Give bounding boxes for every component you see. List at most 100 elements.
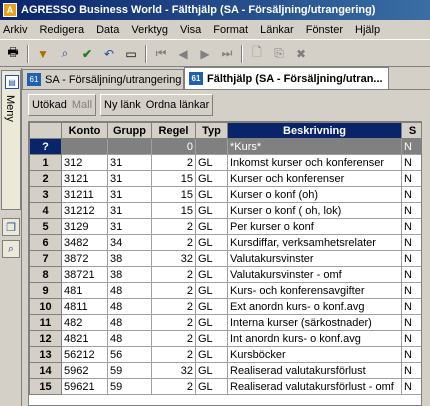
menu-format[interactable]: Format (207, 24, 254, 36)
cell-s[interactable]: N (401, 378, 421, 395)
new-icon[interactable]: 🗋 (247, 44, 267, 64)
cell-s[interactable]: N (401, 218, 421, 235)
cell-s[interactable]: N (401, 234, 421, 251)
cell-s[interactable]: N (401, 314, 421, 331)
meny-tab[interactable]: ▤ Meny (1, 70, 21, 210)
tab-forsaljning-utrangering[interactable]: 61 SA - Försäljning/utrangering (22, 69, 184, 89)
column-header-regel[interactable]: Regel (151, 122, 196, 139)
table-row[interactable]: 3 31211 31 15 GL Kurser o konf (oh) N (29, 186, 421, 203)
cell-typ[interactable]: GL (195, 202, 228, 219)
cell-beskrivning[interactable]: Kurser o konf (oh) (227, 186, 402, 203)
cell-s[interactable]: N (401, 282, 421, 299)
table-row[interactable]: 11 482 48 2 GL Interna kurser (särkostnader) N (29, 314, 421, 331)
column-header-grupp[interactable]: Grupp (107, 122, 152, 139)
cell-konto[interactable]: 31211 (61, 186, 108, 203)
cell-konto[interactable]: 4821 (61, 330, 108, 347)
delete-icon[interactable]: ✖ (291, 44, 311, 64)
column-header-s[interactable]: S (401, 122, 421, 139)
corner-cell[interactable] (29, 122, 62, 139)
cell-s[interactable]: N (401, 154, 421, 171)
cell-regel[interactable]: 2 (151, 330, 196, 347)
cell-konto[interactable]: 481 (61, 282, 108, 299)
filter-grupp[interactable] (107, 138, 152, 155)
table-row[interactable]: 1 312 31 2 GL Inkomst kurser och konferenser N (29, 154, 421, 171)
filter-typ[interactable] (195, 138, 228, 155)
cell-regel[interactable]: 2 (151, 378, 196, 395)
cell-s[interactable]: N (401, 170, 421, 187)
cell-beskrivning[interactable]: Realiserad valutakursförlust (227, 362, 402, 379)
cell-regel[interactable]: 2 (151, 346, 196, 363)
check-icon[interactable]: ✔ (77, 44, 97, 64)
cell-grupp[interactable]: 38 (107, 250, 152, 267)
column-header-typ[interactable]: Typ (195, 122, 228, 139)
table-row[interactable]: 6 3482 34 2 GL Kursdiffar, verksamhetsrelater… (29, 234, 421, 251)
extended-button[interactable]: Utökad (32, 99, 67, 111)
table-row[interactable]: 7 3872 38 32 GL Valutakursvinster N (29, 250, 421, 267)
prev-icon[interactable]: ◀ (173, 44, 193, 64)
menu-data[interactable]: Data (90, 24, 125, 36)
cell-regel[interactable]: 2 (151, 298, 196, 315)
column-header-konto[interactable]: Konto (61, 122, 108, 139)
cell-regel[interactable]: 15 (151, 170, 196, 187)
cell-beskrivning[interactable]: Kursdiffar, verksamhetsrelater (227, 234, 402, 251)
filter-s[interactable]: N (401, 138, 421, 155)
cell-grupp[interactable]: 38 (107, 266, 152, 283)
cell-s[interactable]: N (401, 202, 421, 219)
cell-regel[interactable]: 15 (151, 186, 196, 203)
cell-beskrivning[interactable]: Interna kurser (särkostnader) (227, 314, 402, 331)
cell-grupp[interactable]: 48 (107, 314, 152, 331)
cell-grupp[interactable]: 31 (107, 186, 152, 203)
back-icon[interactable]: ↶ (99, 44, 119, 64)
hide-icon[interactable]: ▭ (121, 44, 141, 64)
cell-s[interactable]: N (401, 266, 421, 283)
filter-beskrivning[interactable]: *Kurs* (227, 138, 402, 155)
cell-typ[interactable]: GL (195, 330, 228, 347)
filter-icon[interactable]: ▼ (33, 44, 53, 64)
cell-grupp[interactable]: 31 (107, 218, 152, 235)
cell-grupp[interactable]: 48 (107, 330, 152, 347)
cell-regel[interactable]: 2 (151, 282, 196, 299)
table-row[interactable]: 5 3129 31 2 GL Per kurser o konf N (29, 218, 421, 235)
copy-icon[interactable]: ⎘ (269, 44, 289, 64)
cell-s[interactable]: N (401, 298, 421, 315)
cell-konto[interactable]: 3129 (61, 218, 108, 235)
last-icon[interactable]: ⏭ (217, 44, 237, 64)
cell-konto[interactable]: 4811 (61, 298, 108, 315)
cell-beskrivning[interactable]: Kurs- och konferensavgifter (227, 282, 402, 299)
cell-beskrivning[interactable]: Int anordn kurs- o konf.avg (227, 330, 402, 347)
cell-typ[interactable]: GL (195, 298, 228, 315)
cell-s[interactable]: N (401, 250, 421, 267)
cell-beskrivning[interactable]: Valutakursvinster (227, 250, 402, 267)
cell-typ[interactable]: GL (195, 154, 228, 171)
cell-grupp[interactable]: 31 (107, 202, 152, 219)
cell-typ[interactable]: GL (195, 378, 228, 395)
cell-beskrivning[interactable]: Ext anordn kurs- o konf.avg (227, 298, 402, 315)
cell-beskrivning[interactable]: Inkomst kurser och konferenser (227, 154, 402, 171)
cell-beskrivning[interactable]: Kurser o konf ( oh, lok) (227, 202, 402, 219)
menu-arkiv[interactable]: Arkiv (0, 24, 33, 36)
menu-hjalp[interactable]: Hjälp (349, 24, 386, 36)
cell-konto[interactable]: 3121 (61, 170, 108, 187)
cell-grupp[interactable]: 48 (107, 298, 152, 315)
table-row[interactable]: 14 5962 59 32 GL Realiserad valutakursförlust… (29, 362, 421, 379)
cell-konto[interactable]: 3482 (61, 234, 108, 251)
search-icon[interactable]: ⌕ (55, 44, 75, 64)
cell-typ[interactable]: GL (195, 282, 228, 299)
cell-s[interactable]: N (401, 362, 421, 379)
cell-regel[interactable]: 2 (151, 266, 196, 283)
cell-konto[interactable]: 312 (61, 154, 108, 171)
cell-typ[interactable]: GL (195, 314, 228, 331)
cell-s[interactable]: N (401, 186, 421, 203)
cell-konto[interactable]: 5962 (61, 362, 108, 379)
windows-icon[interactable]: ❐ (2, 218, 20, 236)
table-row[interactable]: 4 31212 31 15 GL Kurser o konf ( oh, lok) N (29, 202, 421, 219)
cell-konto[interactable]: 56212 (61, 346, 108, 363)
menu-fonster[interactable]: Fönster (300, 24, 349, 36)
table-row[interactable]: 12 4821 48 2 GL Int anordn kurs- o konf.avg N (29, 330, 421, 347)
cell-typ[interactable]: GL (195, 250, 228, 267)
cell-typ[interactable]: GL (195, 234, 228, 251)
table-row[interactable]: 13 56212 56 2 GL Kursböcker N (29, 346, 421, 363)
cell-typ[interactable]: GL (195, 346, 228, 363)
cell-beskrivning[interactable]: Kursböcker (227, 346, 402, 363)
cell-grupp[interactable]: 59 (107, 362, 152, 379)
